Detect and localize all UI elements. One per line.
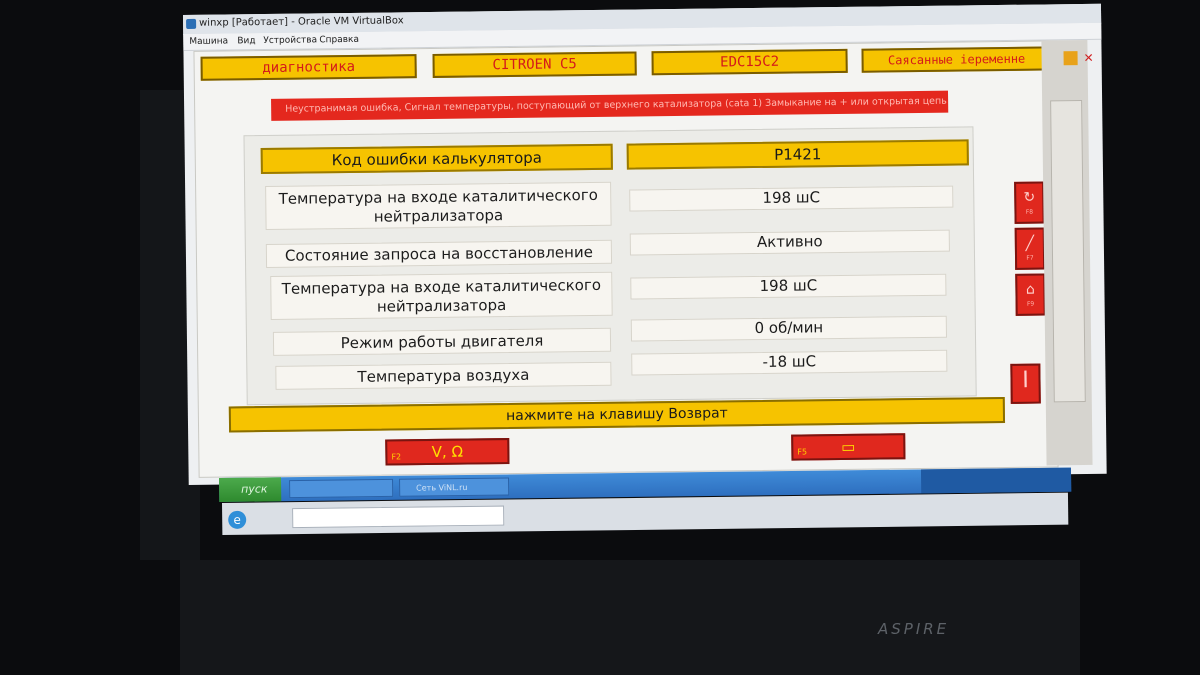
ecu-type-tab[interactable]: EDC15C2 — [651, 48, 848, 76]
background-window-edge — [1041, 39, 1093, 466]
param-label-air-temp: Температура воздуха — [275, 361, 612, 390]
exit-button[interactable]: ┃ — [1010, 363, 1041, 404]
menu-devices[interactable]: Устройства — [263, 35, 317, 46]
param-label-regen-request: Состояние запроса на восстановление — [265, 239, 613, 269]
menu-help[interactable]: Справка — [319, 35, 359, 45]
address-bar[interactable] — [292, 505, 505, 529]
diagnostic-app-window: диагностика CITROEN C5 EDC15C2 Саясанные… — [193, 40, 1059, 478]
close-icon[interactable]: ✕ — [1082, 51, 1096, 65]
f5-button[interactable]: F5 ▭ — [791, 433, 906, 461]
fault-detail-panel: Код ошибки калькулятора P1421 Температур… — [243, 126, 977, 406]
param-value-engine-speed: 0 об/мин — [630, 315, 947, 342]
edit-button[interactable]: ╱ F7 — [1014, 227, 1046, 270]
param-value-cat-inlet-temp-1: 198 шС — [629, 185, 954, 212]
vehicle-model-tab[interactable]: CITROEN C5 — [432, 51, 637, 78]
laptop-keyboard-deck — [180, 560, 1080, 675]
taskbar-item-1[interactable] — [289, 478, 394, 499]
param-label-cat-inlet-temp-1: Температура на входе каталитического ней… — [265, 181, 612, 231]
menu-machine[interactable]: Машина — [189, 36, 228, 46]
minimize-icon[interactable] — [1063, 51, 1078, 66]
start-button[interactable]: пуск — [219, 477, 282, 502]
fault-code-label: Код ошибки калькулятора — [260, 143, 613, 175]
exit-icon: ┃ — [1021, 371, 1030, 388]
param-value-regen-request: Активно — [629, 229, 950, 256]
internet-explorer-icon[interactable]: e — [228, 510, 247, 529]
diagnostics-tab[interactable]: диагностика — [200, 54, 417, 81]
system-tray — [920, 467, 1072, 494]
menu-view[interactable]: Вид — [237, 36, 255, 46]
param-value-air-temp: -18 шС — [631, 349, 948, 376]
f2-function-label: V, Ω — [431, 442, 464, 461]
engine-icon: ⌂ — [1025, 281, 1035, 298]
virtualbox-app-icon — [186, 18, 197, 29]
f2-voltage-resistance-button[interactable]: F2 V, Ω — [385, 438, 510, 466]
fault-description-bar: Неустранимая ошибка, Сигнал температуры,… — [271, 90, 949, 121]
related-parameters-tab[interactable]: Саясанные іеременне — [861, 46, 1052, 73]
param-label-cat-inlet-temp-2: Температура на входе каталитического ней… — [270, 271, 613, 320]
param-value-cat-inlet-temp-2: 198 шС — [630, 273, 947, 300]
f5-icon: ▭ — [841, 437, 856, 456]
virtualbox-window: winxp [Работает] - Oracle VM VirtualBox … — [183, 3, 1107, 485]
laptop-brand-logo: ASPIRE — [878, 620, 950, 638]
virtualbox-title: winxp [Работает] - Oracle VM VirtualBox — [199, 15, 404, 29]
refresh-button[interactable]: ↻ F8 — [1014, 181, 1045, 224]
engine-button[interactable]: ⌂ F9 — [1015, 273, 1046, 316]
fault-code-value: P1421 — [626, 139, 969, 170]
taskbar-item-browser[interactable]: Сеть ViNL.ru — [399, 477, 510, 497]
param-label-engine-speed: Режим работы двигателя — [272, 327, 612, 356]
refresh-icon: ↻ — [1023, 189, 1036, 206]
pencil-icon: ╱ — [1025, 235, 1035, 252]
